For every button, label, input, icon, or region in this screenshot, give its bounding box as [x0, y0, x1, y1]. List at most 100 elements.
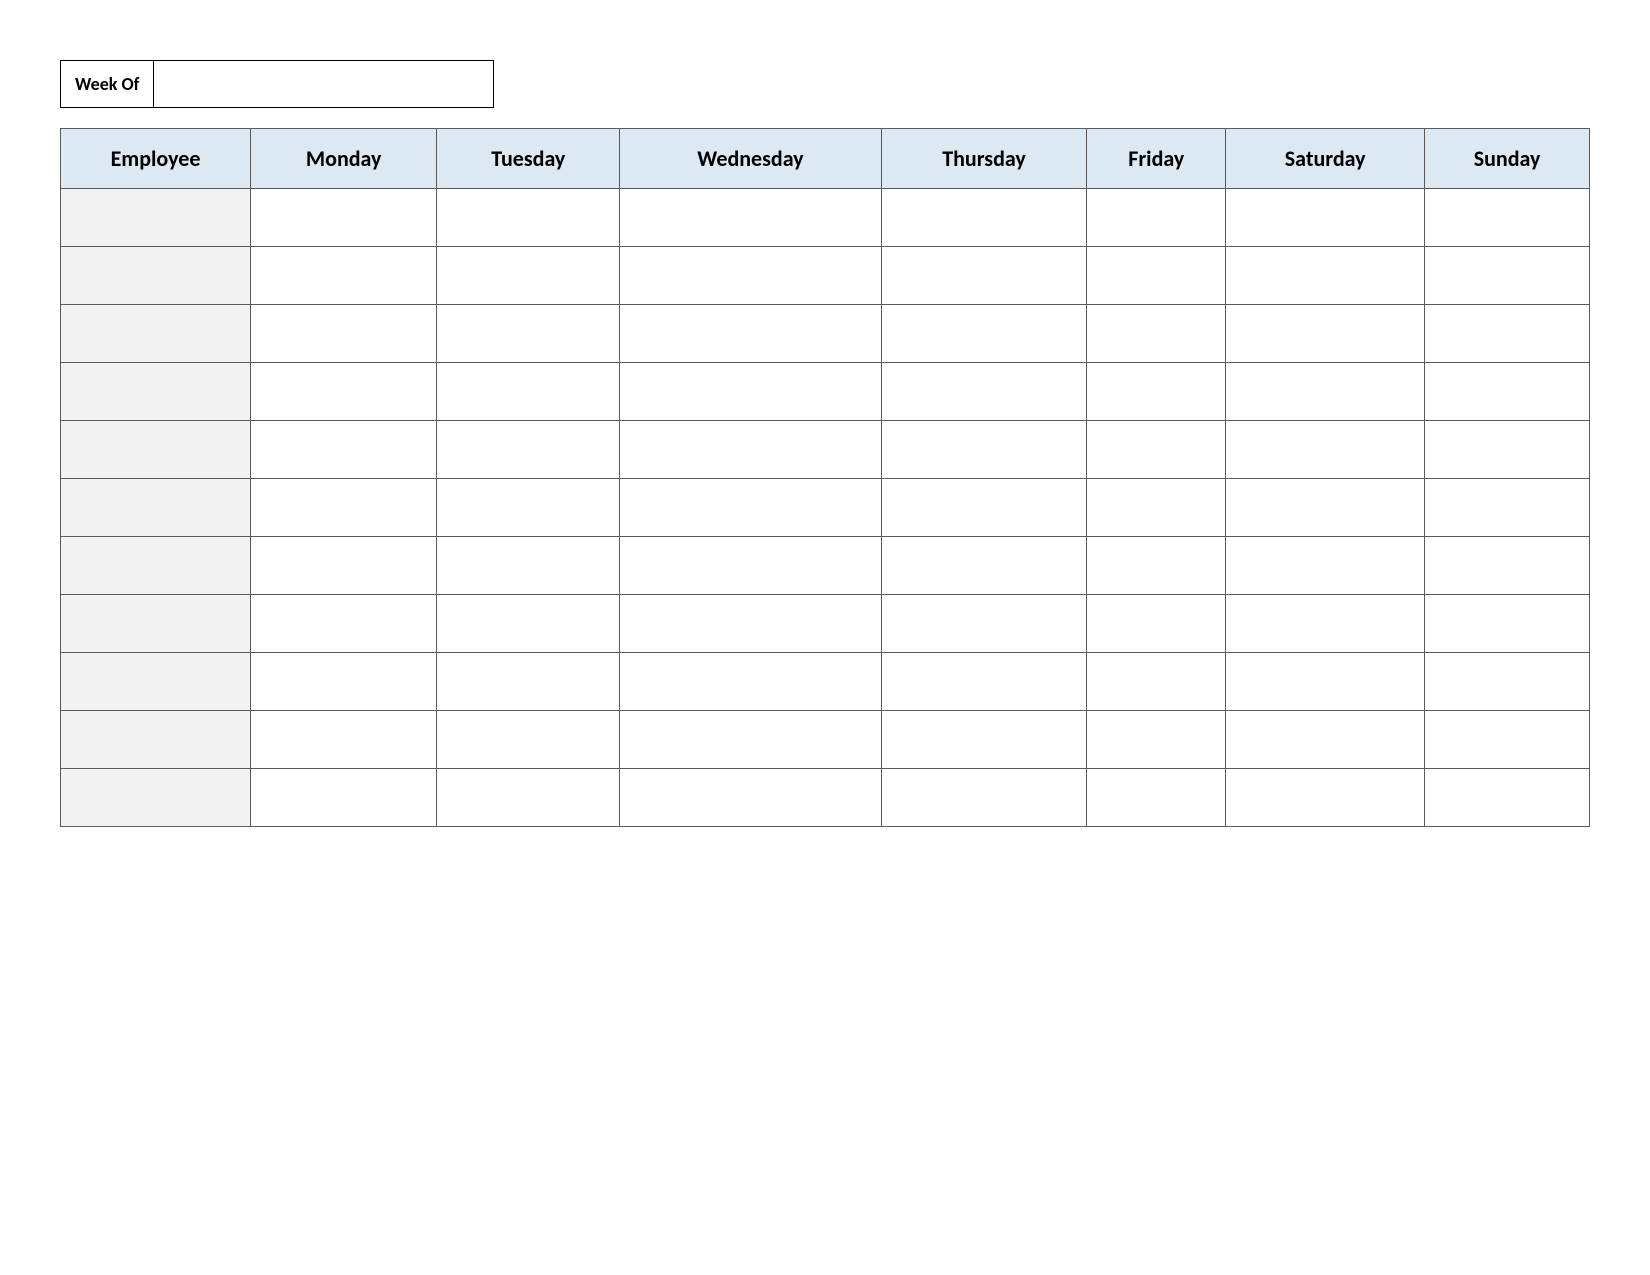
schedule-cell[interactable]	[881, 363, 1087, 421]
schedule-cell[interactable]	[620, 421, 881, 479]
schedule-cell[interactable]	[1226, 711, 1425, 769]
table-row	[61, 363, 1590, 421]
header-saturday: Saturday	[1226, 129, 1425, 189]
employee-cell[interactable]	[61, 305, 251, 363]
week-of-label: Week Of	[60, 60, 154, 108]
schedule-cell[interactable]	[1226, 247, 1425, 305]
table-row	[61, 421, 1590, 479]
employee-cell[interactable]	[61, 189, 251, 247]
week-of-container: Week Of	[60, 60, 1590, 108]
schedule-cell[interactable]	[620, 189, 881, 247]
schedule-cell[interactable]	[437, 711, 620, 769]
schedule-cell[interactable]	[1425, 595, 1590, 653]
schedule-cell[interactable]	[1425, 769, 1590, 827]
schedule-cell[interactable]	[881, 537, 1087, 595]
schedule-cell[interactable]	[1226, 537, 1425, 595]
schedule-cell[interactable]	[251, 189, 437, 247]
schedule-cell[interactable]	[437, 595, 620, 653]
schedule-cell[interactable]	[1226, 595, 1425, 653]
schedule-cell[interactable]	[620, 711, 881, 769]
schedule-cell[interactable]	[1226, 305, 1425, 363]
employee-cell[interactable]	[61, 537, 251, 595]
schedule-cell[interactable]	[1087, 653, 1226, 711]
schedule-cell[interactable]	[1226, 189, 1425, 247]
header-thursday: Thursday	[881, 129, 1087, 189]
schedule-cell[interactable]	[1226, 653, 1425, 711]
schedule-cell[interactable]	[620, 769, 881, 827]
schedule-cell[interactable]	[1425, 711, 1590, 769]
schedule-cell[interactable]	[1226, 769, 1425, 827]
schedule-cell[interactable]	[437, 421, 620, 479]
schedule-cell[interactable]	[1226, 363, 1425, 421]
schedule-cell[interactable]	[1226, 421, 1425, 479]
schedule-cell[interactable]	[1087, 189, 1226, 247]
schedule-cell[interactable]	[251, 653, 437, 711]
schedule-cell[interactable]	[1226, 479, 1425, 537]
schedule-cell[interactable]	[620, 537, 881, 595]
schedule-cell[interactable]	[251, 595, 437, 653]
schedule-cell[interactable]	[620, 305, 881, 363]
header-tuesday: Tuesday	[437, 129, 620, 189]
schedule-cell[interactable]	[881, 421, 1087, 479]
schedule-cell[interactable]	[437, 653, 620, 711]
schedule-cell[interactable]	[437, 479, 620, 537]
schedule-cell[interactable]	[437, 537, 620, 595]
week-of-input[interactable]	[154, 60, 494, 108]
employee-cell[interactable]	[61, 653, 251, 711]
schedule-cell[interactable]	[1425, 421, 1590, 479]
schedule-cell[interactable]	[1087, 595, 1226, 653]
schedule-cell[interactable]	[620, 247, 881, 305]
schedule-cell[interactable]	[620, 363, 881, 421]
schedule-cell[interactable]	[881, 711, 1087, 769]
schedule-cell[interactable]	[1087, 421, 1226, 479]
schedule-cell[interactable]	[251, 769, 437, 827]
employee-cell[interactable]	[61, 711, 251, 769]
schedule-cell[interactable]	[881, 653, 1087, 711]
schedule-cell[interactable]	[620, 479, 881, 537]
schedule-cell[interactable]	[1087, 537, 1226, 595]
schedule-cell[interactable]	[251, 421, 437, 479]
employee-cell[interactable]	[61, 769, 251, 827]
schedule-cell[interactable]	[437, 247, 620, 305]
schedule-cell[interactable]	[251, 363, 437, 421]
schedule-cell[interactable]	[437, 363, 620, 421]
employee-cell[interactable]	[61, 247, 251, 305]
schedule-cell[interactable]	[251, 537, 437, 595]
schedule-cell[interactable]	[881, 595, 1087, 653]
employee-cell[interactable]	[61, 421, 251, 479]
schedule-cell[interactable]	[251, 711, 437, 769]
schedule-cell[interactable]	[620, 653, 881, 711]
schedule-cell[interactable]	[1425, 653, 1590, 711]
schedule-cell[interactable]	[1087, 305, 1226, 363]
employee-cell[interactable]	[61, 595, 251, 653]
employee-cell[interactable]	[61, 363, 251, 421]
schedule-cell[interactable]	[881, 479, 1087, 537]
schedule-cell[interactable]	[1087, 247, 1226, 305]
schedule-cell[interactable]	[1425, 189, 1590, 247]
schedule-cell[interactable]	[1087, 363, 1226, 421]
schedule-cell[interactable]	[881, 769, 1087, 827]
schedule-cell[interactable]	[1087, 711, 1226, 769]
schedule-cell[interactable]	[251, 305, 437, 363]
schedule-cell[interactable]	[251, 247, 437, 305]
schedule-cell[interactable]	[1087, 479, 1226, 537]
schedule-cell[interactable]	[620, 595, 881, 653]
schedule-cell[interactable]	[881, 305, 1087, 363]
table-row	[61, 653, 1590, 711]
header-monday: Monday	[251, 129, 437, 189]
schedule-cell[interactable]	[437, 769, 620, 827]
schedule-cell[interactable]	[1425, 363, 1590, 421]
schedule-cell[interactable]	[1087, 769, 1226, 827]
employee-cell[interactable]	[61, 479, 251, 537]
schedule-cell[interactable]	[881, 247, 1087, 305]
schedule-cell[interactable]	[1425, 537, 1590, 595]
table-row	[61, 595, 1590, 653]
schedule-cell[interactable]	[251, 479, 437, 537]
schedule-cell[interactable]	[437, 189, 620, 247]
schedule-cell[interactable]	[1425, 305, 1590, 363]
schedule-cell[interactable]	[437, 305, 620, 363]
schedule-table: Employee Monday Tuesday Wednesday Thursd…	[60, 128, 1590, 827]
schedule-cell[interactable]	[881, 189, 1087, 247]
schedule-cell[interactable]	[1425, 479, 1590, 537]
schedule-cell[interactable]	[1425, 247, 1590, 305]
